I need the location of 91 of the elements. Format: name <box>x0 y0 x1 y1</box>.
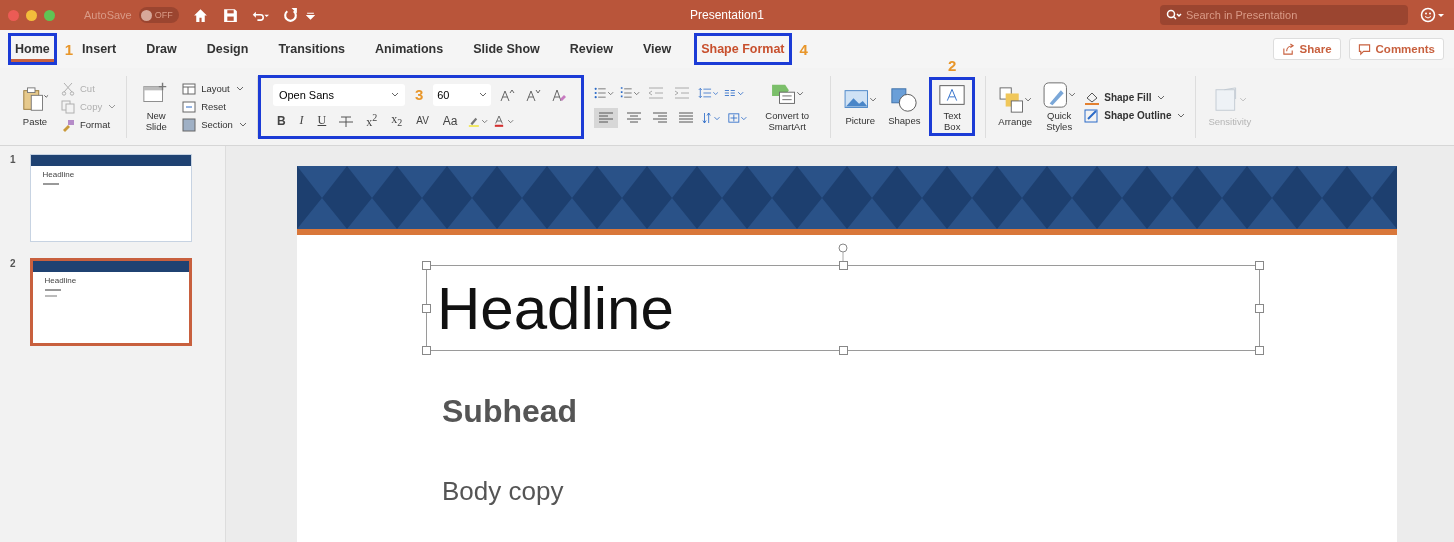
align-text-icon[interactable] <box>728 110 749 125</box>
slide-number: 1 <box>10 154 16 167</box>
reset-button[interactable]: Reset <box>181 99 247 114</box>
resize-handle[interactable] <box>422 261 431 270</box>
insert-button[interactable]: Shapes <box>885 84 924 129</box>
paste-button[interactable]: Paste <box>16 84 54 129</box>
scissors-icon <box>60 81 76 96</box>
share-button[interactable]: Share <box>1272 38 1341 60</box>
character-spacing-button[interactable]: AV <box>412 115 433 126</box>
sensitivity-icon <box>1212 86 1247 114</box>
ribbon-tab[interactable]: Design <box>199 33 256 65</box>
comments-button[interactable]: Comments <box>1348 38 1444 60</box>
headline-text-box[interactable]: Headline <box>426 265 1260 351</box>
resize-handle[interactable] <box>1255 346 1264 355</box>
align-left-icon[interactable] <box>594 107 619 128</box>
ribbon-tab[interactable]: Review <box>562 33 620 65</box>
section-button[interactable]: Section <box>181 117 247 132</box>
callout-number: 2 <box>948 57 957 75</box>
slide-number: 2 <box>10 258 16 271</box>
window-title: Presentation1 <box>689 8 765 22</box>
callout-number: 3 <box>414 86 424 103</box>
bullets-icon[interactable] <box>594 85 615 100</box>
slide-thumbnail[interactable]: Headline <box>29 258 192 346</box>
italic-button[interactable]: I <box>295 113 308 128</box>
ribbon-tab[interactable]: Animations <box>368 33 451 65</box>
pen-square-icon <box>1084 108 1101 123</box>
font-name-field[interactable]: Open Sans <box>272 83 405 106</box>
resize-handle[interactable] <box>1255 304 1264 313</box>
paint-bucket-icon <box>1084 90 1101 105</box>
caret-icon <box>1177 112 1186 119</box>
ribbon-tab[interactable]: Slide Show <box>466 33 547 65</box>
ribbon-tab[interactable]: Draw <box>139 33 184 65</box>
subscript-button[interactable]: x$_{2}$ <box>387 112 407 129</box>
caret-icon <box>479 91 488 98</box>
insert-button[interactable]: Text Box <box>929 77 976 136</box>
shape-fill-button[interactable]: Shape Fill <box>1084 90 1186 105</box>
caret-icon <box>390 91 399 98</box>
resize-handle[interactable] <box>422 346 431 355</box>
arrange-icon <box>998 86 1033 114</box>
underline-button[interactable]: U <box>313 113 331 128</box>
caret-icon <box>108 103 117 110</box>
callout-number: 1 <box>64 40 74 58</box>
save-icon[interactable] <box>221 6 239 24</box>
callout-number: 4 <box>799 40 808 58</box>
arrange-button[interactable]: Arrange <box>996 84 1035 129</box>
new-slide-button[interactable]: New Slide <box>137 79 176 134</box>
home-icon[interactable] <box>191 6 209 24</box>
minimize-button[interactable] <box>26 9 37 21</box>
resize-handle[interactable] <box>422 304 431 313</box>
search-icon <box>1166 9 1182 21</box>
search-field[interactable]: Search in Presentation <box>1160 5 1408 25</box>
resize-handle[interactable] <box>839 346 848 355</box>
ribbon-tab[interactable]: Insert <box>75 33 124 65</box>
format-painter-button[interactable]: Format <box>60 117 117 132</box>
text-direction-icon[interactable] <box>702 110 723 125</box>
caret-icon <box>1157 94 1166 101</box>
copy-icon <box>60 99 76 114</box>
bold-button[interactable]: B <box>272 113 290 128</box>
ribbon-tab[interactable]: Transitions <box>271 33 353 65</box>
comment-icon <box>1357 42 1371 56</box>
shape-outline-button[interactable]: Shape Outline <box>1084 108 1186 123</box>
caret-icon <box>238 121 247 128</box>
font-size-field[interactable]: 60 <box>433 83 492 106</box>
resize-handle[interactable] <box>1255 261 1264 270</box>
share-icon <box>1281 42 1295 56</box>
reset-icon <box>181 99 198 114</box>
line-spacing-icon[interactable] <box>698 85 719 100</box>
numbering-icon[interactable] <box>620 85 641 100</box>
smiley-icon[interactable] <box>1420 7 1446 23</box>
ribbon-tab[interactable]: Shape Format <box>694 33 792 65</box>
section-icon <box>181 117 198 132</box>
autosave-label: AutoSave <box>84 9 132 21</box>
insert-button[interactable]: Picture <box>841 84 880 129</box>
quick-styles-icon <box>1042 81 1077 110</box>
body-text: Body copy <box>442 476 564 507</box>
layout-icon <box>181 81 198 96</box>
redo-icon[interactable] <box>281 6 299 24</box>
superscript-button[interactable]: x$^{2}$ <box>362 111 382 130</box>
caret-icon <box>235 85 244 92</box>
slide-thumbnail[interactable]: Headline <box>29 154 192 242</box>
ribbon-tab[interactable]: Home <box>8 33 57 65</box>
resize-handle[interactable] <box>839 261 848 270</box>
layout-button[interactable]: Layout <box>181 81 247 96</box>
font-color-icon[interactable] <box>493 113 514 128</box>
quick-styles-button[interactable]: Quick Styles <box>1040 79 1079 134</box>
change-case-button[interactable]: Aa <box>438 113 462 128</box>
subhead-text: Subhead <box>442 393 578 430</box>
customize-icon[interactable] <box>305 10 315 20</box>
ribbon-tab[interactable]: View <box>635 33 679 65</box>
zoom-button[interactable] <box>44 9 55 21</box>
smartart-button[interactable]: Convert to SmartArt <box>754 79 821 134</box>
